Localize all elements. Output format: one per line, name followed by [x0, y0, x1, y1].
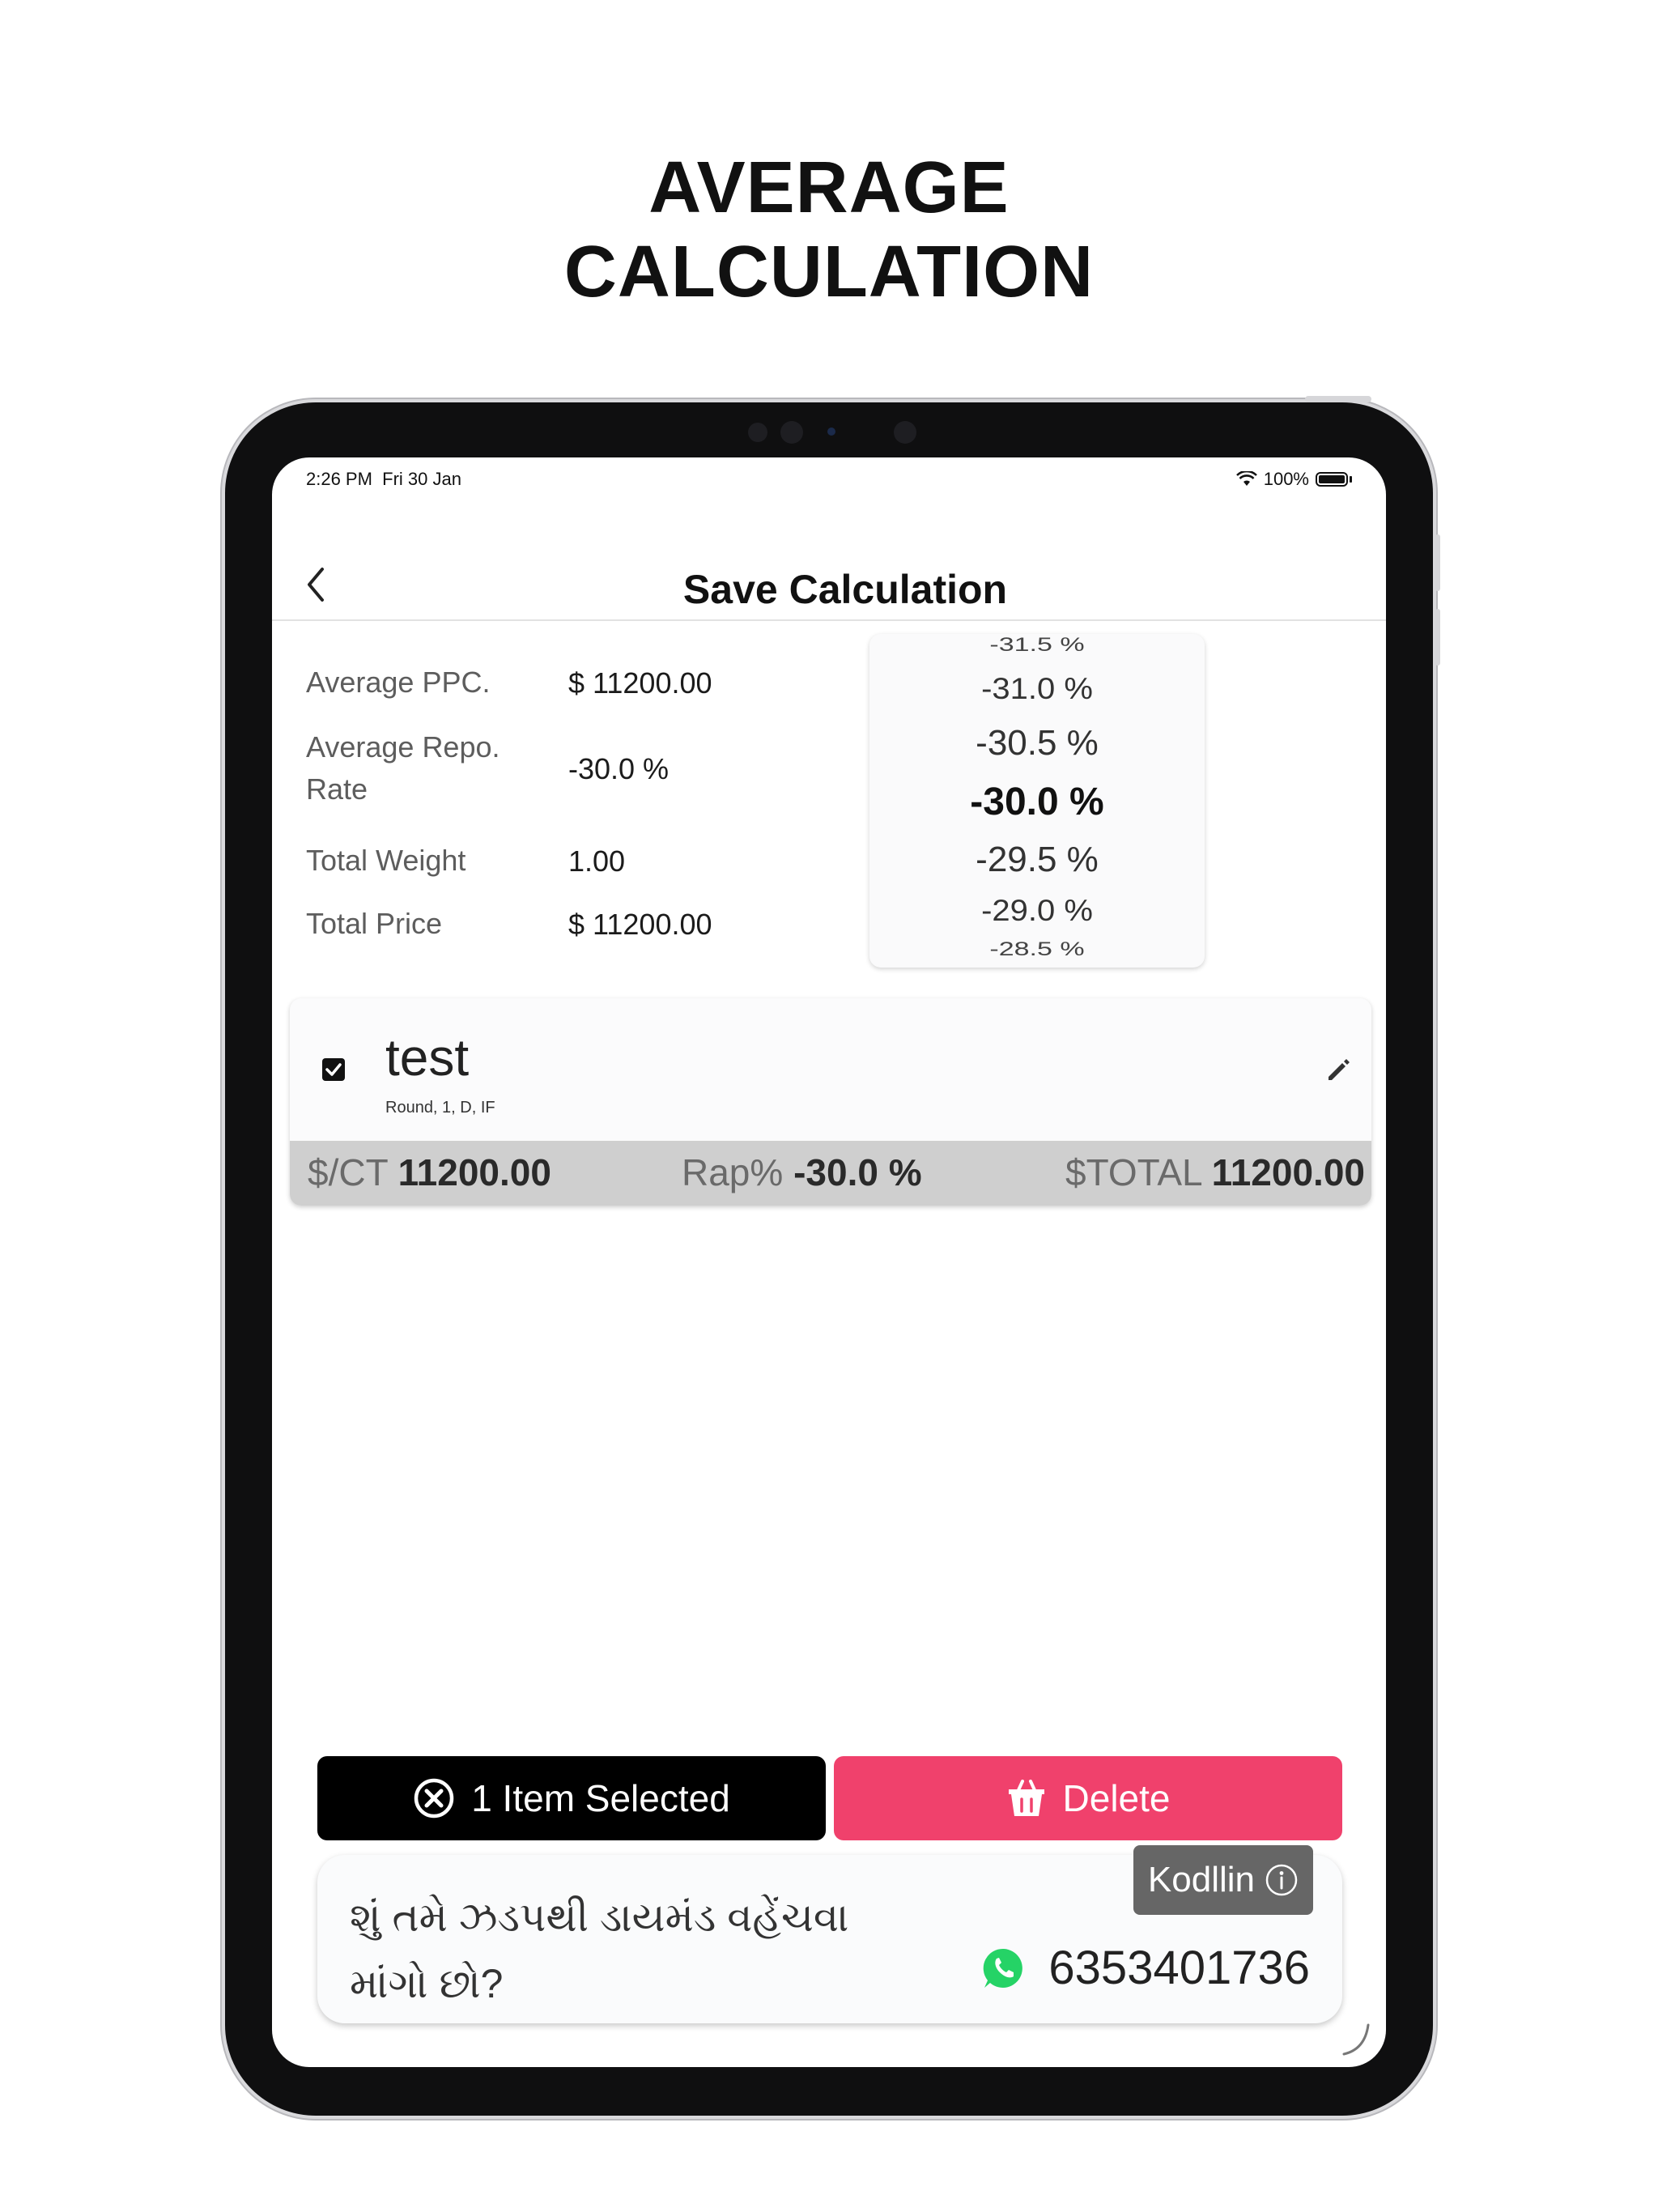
summary-value: $ 11200.00 [568, 666, 712, 700]
rap-percent-label: Rap% [682, 1151, 784, 1193]
price-per-carat: $/CT 11200.00 [308, 1151, 551, 1194]
battery-icon [1316, 472, 1348, 487]
picker-option-selected[interactable]: -30.0 % [869, 780, 1205, 824]
total-price: $TOTAL 11200.00 [1065, 1151, 1365, 1194]
nav-bar: Save Calculation [272, 538, 1386, 621]
total-price-value: 11200.00 [1211, 1151, 1365, 1193]
battery-nub [1350, 476, 1352, 483]
battery-percent: 100% [1263, 469, 1309, 489]
item-card[interactable]: test Round, 1, D, IF $/CT 11200.00 Rap% … [290, 998, 1371, 1206]
ad-phone-number: 6353401736 [1048, 1942, 1310, 1994]
ad-banner[interactable]: શું તમે ઝડપથી ડાયમંડ વહેંચવા માંગો છો? K… [317, 1845, 1342, 2023]
trash-basket-icon [1008, 1780, 1044, 1816]
headline-line-2: CALCULATION [563, 232, 1095, 313]
headline-line-1: AVERAGE [648, 147, 1010, 228]
volume-button-down [1435, 609, 1440, 666]
summary-label: Total Price [306, 907, 443, 940]
corner-resize-handle [1342, 2023, 1370, 2056]
picker-option[interactable]: -28.5 % [869, 938, 1205, 960]
item-details: Round, 1, D, IF [385, 1099, 495, 1117]
price-per-carat-value: 11200.00 [397, 1151, 551, 1193]
picker-option[interactable]: -31.5 % [869, 634, 1205, 657]
close-circle-icon [414, 1778, 454, 1819]
ad-phone[interactable]: 6353401736 [980, 1941, 1310, 1995]
rap-percent-value: -30.0 % [793, 1151, 922, 1193]
items-selected-label: 1 Item Selected [471, 1777, 730, 1819]
info-icon [1265, 1864, 1298, 1896]
item-name: test [385, 1028, 470, 1087]
summary-value: $ 11200.00 [568, 908, 712, 941]
summary-value: -30.0 % [568, 752, 670, 785]
whatsapp-icon [984, 1948, 1023, 1988]
picker-option[interactable]: -30.5 % [869, 723, 1205, 764]
summary-label: Total Weight [306, 844, 466, 877]
item-checkbox[interactable] [322, 1058, 345, 1081]
items-selected-button[interactable]: 1 Item Selected [317, 1756, 826, 1840]
sensor-dot [748, 423, 767, 442]
status-bar: 2:26 PM Fri 30 Jan 100% [272, 457, 1386, 506]
item-price-strip: $/CT 11200.00 Rap% -30.0 % $TOTAL 11200.… [290, 1141, 1371, 1206]
edit-pencil-icon[interactable] [1324, 1055, 1354, 1084]
total-price-label: $TOTAL [1065, 1151, 1201, 1193]
status-time: 2:26 PM Fri 30 Jan [306, 469, 461, 489]
picker-option[interactable]: -31.0 % [869, 673, 1205, 706]
camera-lens [780, 421, 803, 444]
app-screen: 2:26 PM Fri 30 Jan 100% Save Calculation… [272, 457, 1386, 2067]
picker-option[interactable]: -29.5 % [869, 840, 1205, 880]
rap-percent: Rap% -30.0 % [682, 1151, 922, 1194]
picker-option[interactable]: -29.0 % [869, 895, 1205, 928]
status-right: 100% [1235, 469, 1352, 490]
wifi-icon [1235, 471, 1257, 486]
price-per-carat-label: $/CT [308, 1151, 388, 1193]
volume-button-up [1435, 534, 1440, 591]
ad-text: શું તમે ઝડપથી ડાયમંડ વહેંચવા માંગો છો? [350, 1895, 849, 2006]
sensor-indicator [827, 428, 835, 436]
delete-label: Delete [1062, 1777, 1171, 1819]
rate-picker[interactable]: -31.5 % -31.0 % -30.5 % -30.0 % -29.5 % … [869, 634, 1205, 968]
summary-label: Average Repo. Rate [306, 730, 500, 806]
sensor-dot-right [894, 421, 916, 444]
page-title: Save Calculation [682, 567, 1008, 612]
headline: AVERAGE CALCULATION [0, 146, 1658, 314]
side-button [1305, 396, 1371, 402]
check-icon [325, 1063, 342, 1076]
ad-badge-label: Kodllin [1147, 1860, 1255, 1899]
summary-value: 1.00 [568, 844, 626, 878]
delete-button[interactable]: Delete [834, 1756, 1342, 1840]
summary-label: Average PPC. [306, 666, 491, 699]
ad-badge[interactable]: Kodllin [1133, 1845, 1313, 1915]
